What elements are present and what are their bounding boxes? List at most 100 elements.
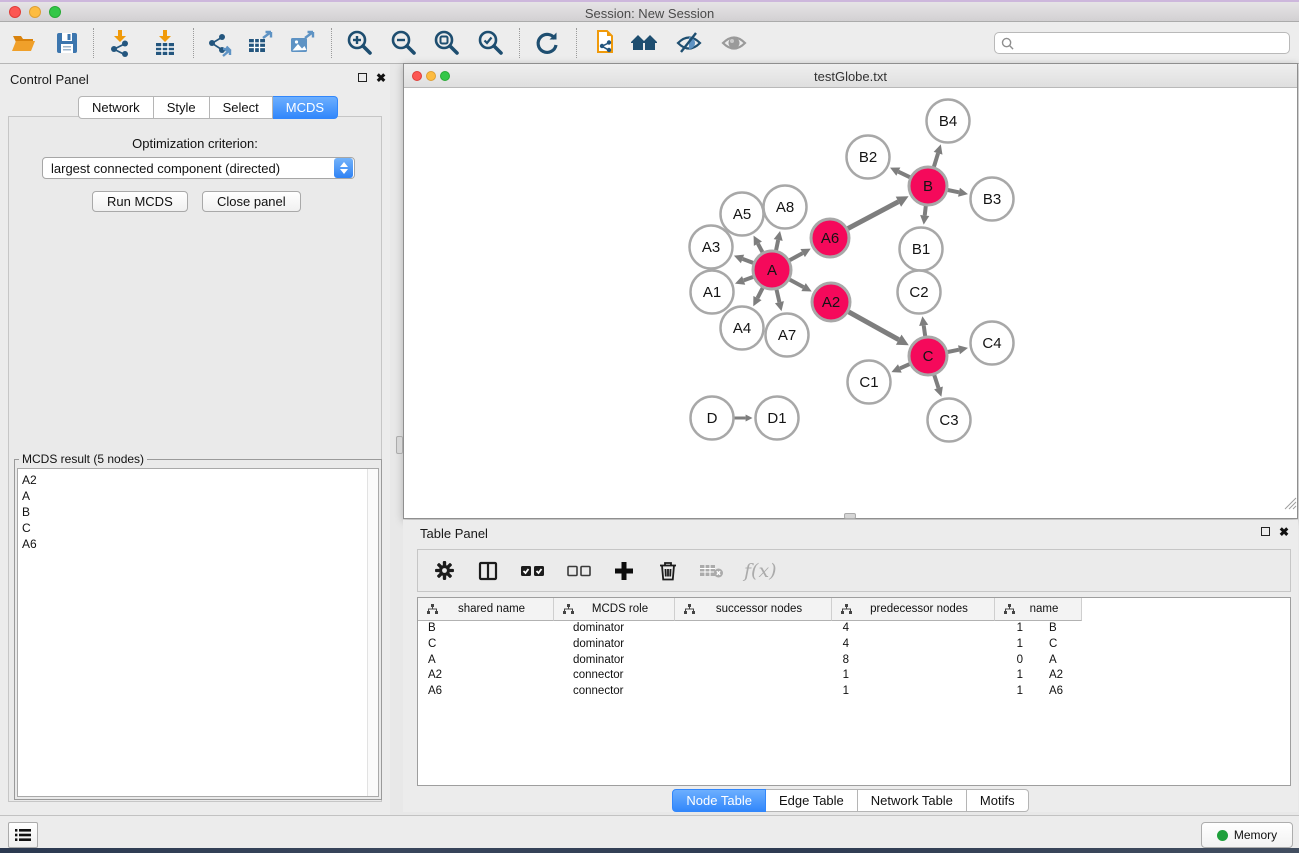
float-table-panel-icon[interactable]: [1261, 527, 1270, 536]
cell-successor_nodes[interactable]: 1: [693, 684, 861, 700]
import-table-icon[interactable]: [151, 29, 179, 57]
cell-predecessor_nodes[interactable]: 0: [861, 653, 1035, 669]
mcds-result-scrollbar[interactable]: [367, 469, 378, 796]
cell-successor_nodes[interactable]: 8: [693, 653, 861, 669]
window-resize-grip[interactable]: [1283, 497, 1297, 510]
mcds-result-item[interactable]: B: [22, 504, 378, 520]
graph-node-A2[interactable]: A2: [812, 283, 850, 321]
graph-node-C2[interactable]: C2: [898, 271, 941, 314]
add-column-icon[interactable]: [612, 559, 636, 583]
home-view-icon[interactable]: [630, 29, 658, 57]
open-session-file-icon[interactable]: [592, 29, 620, 57]
graph-edge-A-A3[interactable]: [734, 255, 756, 264]
export-image-icon[interactable]: [288, 29, 316, 57]
table-row[interactable]: Cdominator41C: [418, 637, 1290, 653]
table-row[interactable]: Bdominator41B: [418, 621, 1290, 637]
tab-select[interactable]: Select: [210, 96, 273, 119]
graph-node-D1[interactable]: D1: [756, 397, 799, 440]
graph-node-C3[interactable]: C3: [928, 399, 971, 442]
graph-edge-C-C3[interactable]: [933, 372, 943, 397]
graph-node-B3[interactable]: B3: [971, 178, 1014, 221]
mcds-result-item[interactable]: A: [22, 488, 378, 504]
column-header-shared-name[interactable]: shared name: [418, 598, 554, 621]
export-table-icon[interactable]: [246, 29, 274, 57]
zoom-in-icon[interactable]: [346, 29, 374, 57]
mcds-result-item[interactable]: A2: [22, 472, 378, 488]
table-settings-icon[interactable]: [432, 559, 456, 583]
column-header-name[interactable]: name: [995, 598, 1082, 621]
graph-node-A7[interactable]: A7: [766, 314, 809, 357]
cell-name[interactable]: C: [1035, 637, 1135, 653]
tab-network-table[interactable]: Network Table: [858, 789, 967, 812]
graph-edge-A-A2[interactable]: [787, 278, 812, 291]
tab-edge-table[interactable]: Edge Table: [766, 789, 858, 812]
cell-shared_name[interactable]: C: [418, 637, 563, 653]
show-panels-icon[interactable]: [720, 29, 748, 57]
import-network-icon[interactable]: [106, 29, 134, 57]
cell-shared_name[interactable]: A6: [418, 684, 563, 700]
graph-edge-A-A4[interactable]: [753, 285, 764, 306]
search-field[interactable]: [994, 32, 1290, 54]
horizontal-splitter-handle[interactable]: [844, 513, 856, 519]
mcds-result-item[interactable]: C: [22, 520, 378, 536]
graph-edge-A-A7[interactable]: [775, 287, 784, 312]
graph-node-A4[interactable]: A4: [721, 307, 764, 350]
graph-node-A8[interactable]: A8: [764, 186, 807, 229]
cell-predecessor_nodes[interactable]: 1: [861, 668, 1035, 684]
graph-node-A3[interactable]: A3: [690, 226, 733, 269]
cell-shared_name[interactable]: A2: [418, 668, 563, 684]
graph-edge-B-B4[interactable]: [933, 144, 942, 169]
graph-node-B[interactable]: B: [909, 167, 947, 205]
graph-node-C1[interactable]: C1: [848, 361, 891, 404]
cell-successor_nodes[interactable]: 4: [693, 621, 861, 637]
vertical-splitter-handle[interactable]: [396, 436, 403, 454]
cell-name[interactable]: A6: [1035, 684, 1135, 700]
tab-style[interactable]: Style: [154, 96, 210, 119]
zoom-selected-icon[interactable]: [477, 29, 505, 57]
graph-node-B1[interactable]: B1: [900, 228, 943, 271]
float-panel-icon[interactable]: [358, 73, 367, 82]
graph-node-A6[interactable]: A6: [811, 219, 849, 257]
column-header-successor-nodes[interactable]: successor nodes: [675, 598, 832, 621]
cell-mcds_role[interactable]: dominator: [563, 653, 693, 669]
unselect-all-columns-icon[interactable]: [566, 559, 592, 583]
graph-node-B2[interactable]: B2: [847, 136, 890, 179]
hide-panels-icon[interactable]: [675, 29, 703, 57]
cell-shared_name[interactable]: A: [418, 653, 563, 669]
cell-predecessor_nodes[interactable]: 1: [861, 637, 1035, 653]
column-header-MCDS-role[interactable]: MCDS role: [554, 598, 675, 621]
graph-edge-A6-B[interactable]: [845, 196, 909, 230]
show-columns-icon[interactable]: [476, 559, 500, 583]
close-table-panel-icon[interactable]: ✖: [1279, 527, 1289, 537]
close-panel-icon[interactable]: ✖: [376, 73, 386, 83]
table-row[interactable]: Adominator80A: [418, 653, 1290, 669]
graph-edge-A2-C[interactable]: [846, 310, 909, 345]
table-row[interactable]: A2connector11A2: [418, 668, 1290, 684]
cell-name[interactable]: A: [1035, 653, 1135, 669]
delete-table-icon[interactable]: [700, 559, 724, 583]
cell-successor_nodes[interactable]: 1: [693, 668, 861, 684]
cell-name[interactable]: A2: [1035, 668, 1135, 684]
memory-button[interactable]: Memory: [1201, 822, 1293, 848]
function-builder-icon[interactable]: f(x): [744, 560, 777, 582]
zoom-fit-icon[interactable]: [433, 29, 461, 57]
graph-node-D[interactable]: D: [691, 397, 734, 440]
network-window-titlebar[interactable]: testGlobe.txt: [404, 64, 1297, 88]
tab-motifs[interactable]: Motifs: [967, 789, 1029, 812]
criterion-select[interactable]: largest connected component (directed): [42, 157, 355, 179]
tab-node-table[interactable]: Node Table: [672, 789, 766, 812]
cell-mcds_role[interactable]: connector: [563, 668, 693, 684]
cell-successor_nodes[interactable]: 4: [693, 637, 861, 653]
cell-mcds_role[interactable]: connector: [563, 684, 693, 700]
cell-mcds_role[interactable]: dominator: [563, 637, 693, 653]
save-session-icon[interactable]: [53, 29, 81, 57]
run-mcds-button[interactable]: Run MCDS: [92, 191, 188, 212]
graph-edge-B-B2[interactable]: [890, 168, 913, 179]
open-file-icon[interactable]: [10, 29, 38, 57]
search-input[interactable]: [1018, 35, 1283, 51]
cell-shared_name[interactable]: B: [418, 621, 563, 637]
export-network-icon[interactable]: [205, 29, 233, 57]
refresh-icon[interactable]: [533, 29, 561, 57]
cell-predecessor_nodes[interactable]: 1: [861, 621, 1035, 637]
table-row[interactable]: A6connector11A6: [418, 684, 1290, 700]
